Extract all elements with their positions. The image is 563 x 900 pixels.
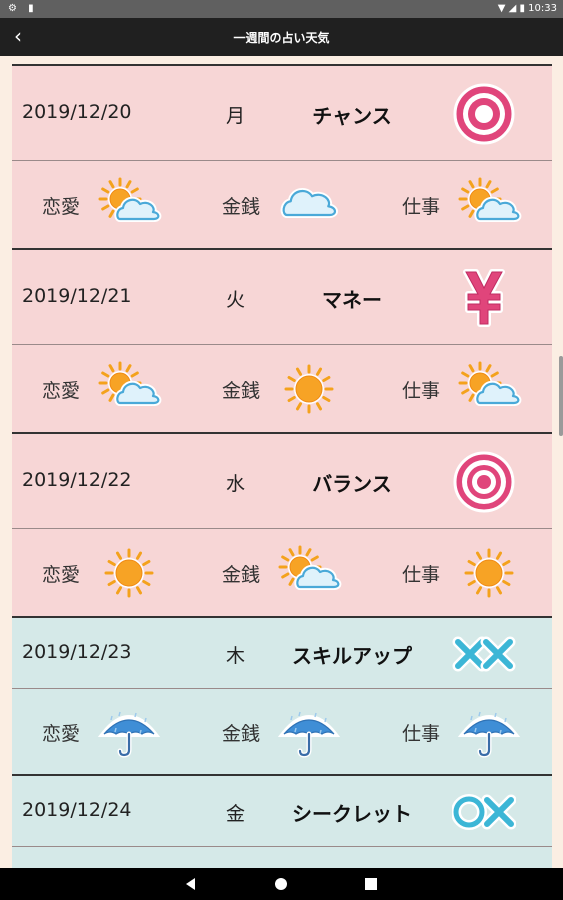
weather-row: 恋愛 金銭 仕事	[12, 688, 552, 774]
sun-cloud-weather-icon	[98, 177, 162, 222]
fortune-mark	[452, 266, 516, 330]
day-card[interactable]: 2019/12/21 火 マネー恋愛 金銭 仕事	[12, 248, 552, 432]
fortune-mark	[452, 450, 516, 514]
money-weather	[276, 704, 342, 760]
work-weather	[456, 177, 522, 233]
work-label: 仕事	[402, 196, 441, 218]
fortune-title: マネー	[322, 288, 382, 312]
sun-weather-icon	[464, 548, 514, 598]
fortune-title: スキルアップ	[292, 644, 412, 668]
navigation-bar	[0, 868, 563, 900]
umbrella-weather-icon	[277, 711, 341, 758]
double-cross-mark-icon	[452, 636, 516, 672]
work-label: 仕事	[402, 564, 441, 586]
date-label: 2019/12/23	[22, 641, 132, 663]
money-label: 金銭	[222, 723, 261, 745]
fortune-mark	[451, 780, 517, 844]
love-label: 恋愛	[42, 380, 81, 402]
day-header-row: 2019/12/22 水 バランス	[12, 432, 552, 528]
weather-row: 恋愛 金銭 仕事	[12, 528, 552, 616]
fortune-title: バランス	[312, 472, 392, 496]
nav-back-icon[interactable]	[181, 874, 201, 894]
love-weather	[96, 704, 162, 760]
weekday-label: 木	[226, 645, 246, 667]
love-weather	[96, 361, 162, 417]
date-label: 2019/12/20	[22, 101, 132, 123]
cloud-weather-icon	[280, 188, 338, 218]
love-weather	[96, 177, 162, 233]
sun-cloud-weather-icon	[458, 361, 522, 406]
circle-cross-mark-icon	[451, 794, 517, 830]
fortune-list: 2019/12/20 月チャンス 恋愛 金銭 仕事 2019/12/21 火マネー 恋愛 金銭仕…	[12, 64, 552, 868]
yen-mark-icon	[463, 269, 505, 327]
day-card[interactable]: 2019/12/24 金 シークレット	[12, 774, 552, 868]
date-label: 2019/12/22	[22, 469, 132, 491]
fortune-title: シークレット	[292, 802, 412, 826]
day-header-row: 2019/12/21 火 マネー	[12, 248, 552, 344]
notification-icons: ⚙ ▮	[8, 3, 38, 14]
day-card[interactable]: 2019/12/20 月 チャンス恋愛 金銭 仕事	[12, 64, 552, 248]
sun-cloud-weather-icon	[98, 361, 162, 406]
fortune-mark	[452, 82, 516, 146]
love-label: 恋愛	[42, 564, 81, 586]
weekday-label: 金	[226, 803, 246, 825]
weather-row: 恋愛 金銭 仕事	[12, 344, 552, 432]
work-label: 仕事	[402, 723, 441, 745]
fortune-mark	[452, 622, 516, 686]
weather-row	[12, 846, 552, 868]
money-label: 金銭	[222, 380, 261, 402]
triple-circle-mark-icon	[453, 451, 515, 513]
sun-weather-icon	[104, 548, 154, 598]
status-bar: ⚙ ▮ ▼ ◢ ▮ 10:33	[0, 0, 563, 18]
love-label: 恋愛	[42, 723, 81, 745]
work-weather	[456, 361, 522, 417]
sun-cloud-weather-icon	[278, 545, 342, 590]
money-weather	[276, 545, 342, 601]
status-right: ▼ ◢ ▮ 10:33	[498, 3, 557, 14]
weekday-label: 水	[226, 473, 246, 495]
love-label: 恋愛	[42, 196, 81, 218]
sun-weather-icon	[284, 364, 334, 414]
money-label: 金銭	[222, 564, 261, 586]
day-header-row: 2019/12/24 金 シークレット	[12, 774, 552, 846]
day-header-row: 2019/12/20 月 チャンス	[12, 64, 552, 160]
scrollbar[interactable]	[559, 356, 563, 436]
fortune-title: チャンス	[312, 104, 392, 128]
fortune-list-container[interactable]: 2019/12/20 月チャンス 恋愛 金銭 仕事 2019/12/21 火マネー 恋愛 金銭仕…	[0, 56, 563, 868]
battery-icon: ▮	[519, 3, 525, 14]
umbrella-weather-icon	[457, 711, 521, 758]
money-weather	[276, 177, 342, 233]
double-circle-mark-icon	[453, 83, 515, 145]
nav-home-icon[interactable]	[271, 874, 291, 894]
date-label: 2019/12/24	[22, 799, 132, 821]
money-label: 金銭	[222, 196, 261, 218]
umbrella-weather-icon	[97, 711, 161, 758]
work-label: 仕事	[402, 380, 441, 402]
money-weather	[276, 361, 342, 417]
sun-cloud-weather-icon	[458, 177, 522, 222]
weekday-label: 月	[226, 105, 246, 127]
wifi-icon: ▼	[497, 3, 506, 14]
day-card[interactable]: 2019/12/23 木 スキルアップ恋愛 金銭 仕事	[12, 616, 552, 774]
day-card[interactable]: 2019/12/22 水 バランス恋愛 金銭 仕事	[12, 432, 552, 616]
page-title: 一週間の占い天気	[233, 31, 330, 45]
love-weather	[96, 545, 162, 601]
date-label: 2019/12/21	[22, 285, 132, 307]
work-weather	[456, 704, 522, 760]
weekday-label: 火	[226, 289, 246, 311]
signal-icon: ◢	[508, 3, 517, 14]
nav-recents-icon[interactable]	[361, 874, 381, 894]
weather-row: 恋愛 金銭 仕事	[12, 160, 552, 248]
day-header-row: 2019/12/23 木 スキルアップ	[12, 616, 552, 688]
clock: 10:33	[528, 3, 557, 14]
work-weather	[456, 545, 522, 601]
app-bar: ‹ 一週間の占い天気	[0, 18, 563, 56]
